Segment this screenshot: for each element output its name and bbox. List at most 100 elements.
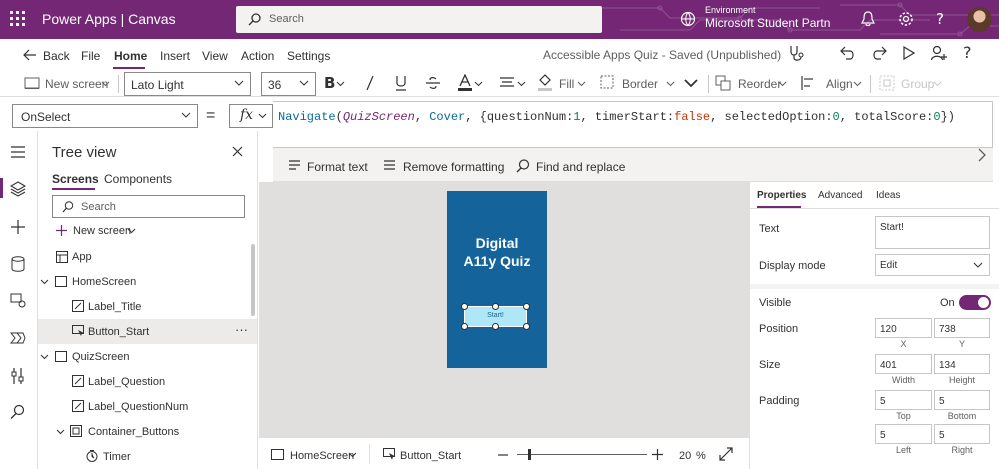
menu-view[interactable]: View [202, 49, 228, 63]
back-button[interactable]: Back [43, 49, 70, 63]
resize-handle[interactable] [461, 323, 468, 330]
italic-icon[interactable] [365, 75, 375, 91]
power-automate-icon[interactable] [10, 330, 26, 346]
strikethrough-icon[interactable] [426, 76, 440, 90]
tree-node-app[interactable]: App [72, 251, 92, 263]
menu-settings[interactable]: Settings [287, 49, 330, 63]
align-icon[interactable] [801, 75, 817, 91]
text-property-input[interactable]: Start! [875, 216, 990, 249]
menu-file[interactable]: File [81, 49, 100, 63]
menu-action[interactable]: Action [241, 49, 274, 63]
stethoscope-icon[interactable] [788, 45, 804, 63]
play-icon[interactable] [903, 46, 915, 60]
padding-top-input[interactable]: 5 [875, 390, 932, 410]
home-screen-preview[interactable] [447, 191, 547, 368]
media-icon[interactable] [10, 292, 26, 308]
fit-to-window-icon[interactable] [719, 447, 733, 461]
resize-handle[interactable] [523, 323, 530, 330]
close-icon[interactable] [232, 146, 243, 157]
help-question-icon[interactable]: ? [963, 44, 975, 60]
align-button[interactable]: Align [826, 77, 853, 91]
chevron-down-icon[interactable] [56, 429, 65, 435]
tab-screens[interactable]: Screens [52, 172, 99, 186]
position-x-input[interactable]: 120 [875, 318, 932, 338]
hamburger-icon[interactable] [10, 146, 26, 158]
remove-formatting-button[interactable]: Remove formatting [403, 160, 504, 174]
zoom-slider[interactable] [517, 454, 647, 455]
tree-node-quizscreen[interactable]: QuizScreen [72, 351, 129, 363]
tree-search-input[interactable]: Search [52, 195, 245, 218]
property-dropdown[interactable]: OnSelect [12, 104, 198, 128]
text-align-icon[interactable] [499, 77, 515, 89]
padding-left-input[interactable]: 5 [875, 424, 932, 444]
resize-handle[interactable] [492, 323, 499, 330]
display-mode-dropdown[interactable]: Edit [875, 254, 990, 276]
tab-ideas[interactable]: Ideas [876, 190, 900, 201]
avatar[interactable] [967, 7, 992, 32]
bold-icon[interactable]: B [324, 74, 335, 92]
reorder-button[interactable]: Reorder [738, 77, 781, 91]
tree-node-container-buttons[interactable]: Container_Buttons [88, 426, 179, 438]
visible-toggle[interactable] [959, 295, 991, 310]
database-icon[interactable] [10, 256, 26, 272]
help-icon[interactable]: ? [934, 11, 948, 27]
fx-button[interactable]: fx [229, 104, 273, 128]
zoom-slider-thumb[interactable] [528, 449, 531, 460]
tree-node-label-title[interactable]: Label_Title [88, 301, 141, 313]
global-search-input[interactable]: Search [236, 6, 602, 33]
tab-advanced[interactable]: Advanced [818, 190, 862, 201]
chevron-down-icon[interactable] [40, 354, 49, 360]
environment-name[interactable]: Microsoft Student Partn [705, 16, 830, 30]
share-user-icon[interactable] [931, 45, 947, 61]
width-input[interactable]: 401 [875, 354, 932, 374]
chevron-down-icon[interactable] [40, 279, 49, 285]
tree-node-button-start[interactable]: Button_Start [88, 326, 149, 338]
chevron-down-icon[interactable] [348, 452, 357, 458]
resize-handle[interactable] [523, 303, 530, 310]
reorder-icon[interactable] [715, 75, 731, 91]
formula-input[interactable]: Navigate(QuizScreen, Cover, {questionNum… [273, 101, 993, 148]
underline-icon[interactable] [395, 75, 407, 91]
more-options-icon[interactable]: ··· [235, 322, 248, 337]
screen-selector[interactable]: HomeScreen [290, 450, 354, 462]
border-icon[interactable] [600, 75, 614, 89]
plus-icon[interactable] [10, 219, 26, 235]
chevron-right-icon[interactable] [976, 148, 988, 162]
waffle-icon[interactable] [10, 11, 26, 27]
tab-components[interactable]: Components [104, 172, 172, 186]
font-color-icon[interactable] [457, 74, 473, 92]
redo-icon[interactable] [871, 45, 887, 61]
tree-scrollbar[interactable] [251, 244, 255, 316]
font-size-dropdown[interactable]: 36 [261, 72, 316, 96]
search-icon[interactable] [10, 404, 26, 420]
quiz-title-label[interactable]: Digital A11y Quiz [447, 234, 547, 270]
padding-bottom-input[interactable]: 5 [934, 390, 990, 410]
font-family-dropdown[interactable]: Lato Light [124, 72, 251, 96]
layers-icon[interactable] [10, 181, 26, 197]
format-text-button[interactable]: Format text [307, 160, 368, 174]
zoom-in-icon[interactable] [652, 449, 663, 460]
find-replace-button[interactable]: Find and replace [536, 160, 625, 174]
undo-icon[interactable] [840, 45, 856, 61]
back-arrow-icon[interactable] [23, 49, 37, 61]
tree-node-label-questionnum[interactable]: Label_QuestionNum [88, 401, 188, 413]
tree-node-homescreen[interactable]: HomeScreen [72, 276, 136, 288]
more-chevron-icon[interactable] [683, 78, 699, 88]
tree-node-label-question[interactable]: Label_Question [88, 376, 165, 388]
height-input[interactable]: 134 [934, 354, 990, 374]
control-selector[interactable]: Button_Start [400, 450, 461, 462]
menu-home[interactable]: Home [114, 49, 147, 63]
tree-new-screen-button[interactable]: New screen [73, 225, 131, 237]
menu-insert[interactable]: Insert [160, 49, 190, 63]
resize-handle[interactable] [461, 303, 468, 310]
advanced-tools-icon[interactable] [10, 367, 26, 385]
tab-properties[interactable]: Properties [757, 190, 806, 201]
fill-bucket-icon[interactable] [537, 74, 553, 92]
zoom-out-icon[interactable] [498, 454, 508, 456]
fill-button[interactable]: Fill [559, 77, 574, 91]
resize-handle[interactable] [492, 303, 499, 310]
padding-right-input[interactable]: 5 [934, 424, 990, 444]
tree-node-timer[interactable]: Timer [103, 451, 131, 463]
gear-icon[interactable] [898, 11, 914, 27]
new-screen-button[interactable]: New screen [45, 77, 108, 91]
